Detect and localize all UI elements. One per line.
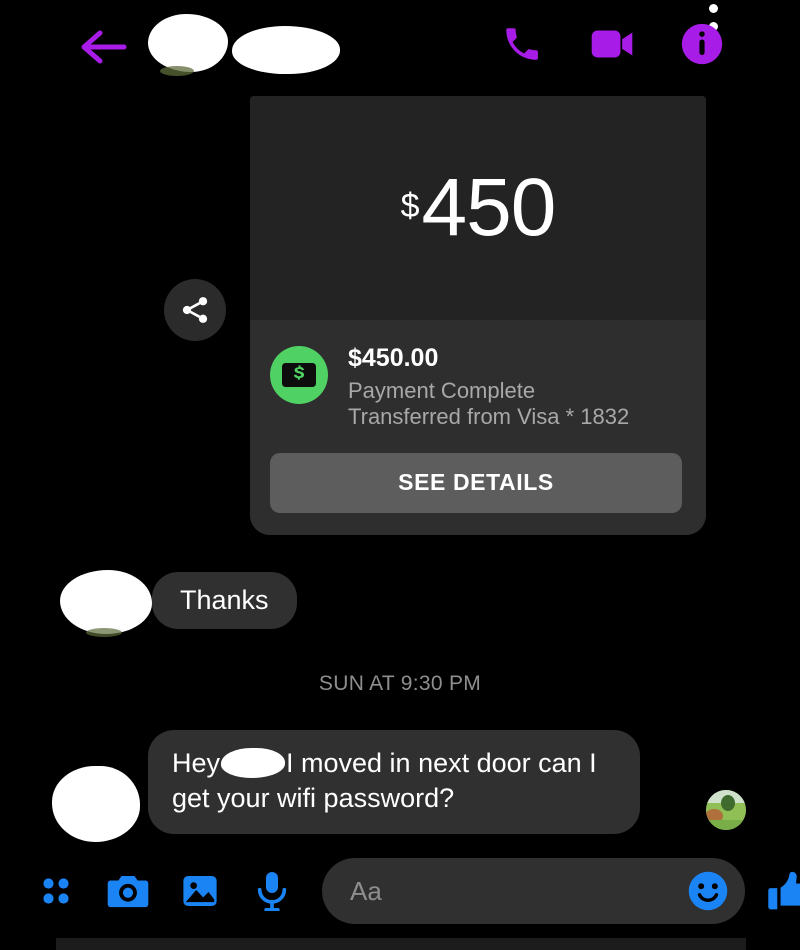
sender-avatar-redaction bbox=[60, 570, 152, 637]
message-bubble[interactable]: Hey I moved in next door can I get your w… bbox=[148, 730, 640, 835]
payment-text-block: $450.00 Payment Complete Transferred fro… bbox=[348, 342, 682, 431]
payment-status-text: Payment Complete bbox=[348, 378, 536, 403]
payment-hero: $ 450 bbox=[250, 96, 706, 320]
apps-button[interactable] bbox=[20, 856, 92, 926]
message-bubble[interactable]: Thanks bbox=[152, 572, 297, 629]
info-icon bbox=[681, 23, 723, 65]
see-details-button[interactable]: SEE DETAILS bbox=[270, 452, 682, 513]
name-redaction bbox=[221, 748, 286, 778]
microphone-icon bbox=[257, 872, 287, 911]
avatar-photo-icon bbox=[706, 790, 746, 830]
money-bill-icon bbox=[282, 363, 316, 387]
video-camera-icon bbox=[591, 30, 633, 58]
messenger-chat-screen: $ 450 $450.00 Payment Complete Transferr… bbox=[0, 0, 800, 950]
sender-avatar-redaction bbox=[52, 766, 140, 842]
payment-hero-amount: $ 450 bbox=[400, 162, 557, 253]
payment-hero-value: 450 bbox=[421, 162, 557, 253]
voice-call-button[interactable] bbox=[500, 22, 544, 66]
composer-bar bbox=[0, 850, 800, 932]
payment-summary: $450.00 Payment Complete Transferred fro… bbox=[270, 342, 682, 431]
chat-header bbox=[0, 0, 800, 92]
message-input-container[interactable] bbox=[322, 858, 745, 924]
smiley-icon bbox=[688, 871, 728, 911]
photo-icon bbox=[183, 875, 217, 907]
system-navigation-hint bbox=[56, 938, 746, 950]
contact-name-redaction bbox=[232, 26, 340, 74]
payment-source-text: Transferred from Visa * 1832 bbox=[348, 404, 630, 430]
payment-amount: $450.00 bbox=[348, 344, 439, 372]
kebab-dot bbox=[708, 4, 718, 13]
back-button[interactable] bbox=[78, 26, 130, 68]
thumbs-up-icon bbox=[768, 871, 800, 910]
payment-card-body: $450.00 Payment Complete Transferred fro… bbox=[250, 320, 706, 535]
contact-avatar-redaction bbox=[148, 14, 228, 76]
camera-button[interactable] bbox=[92, 856, 164, 926]
grid-dots-icon bbox=[43, 878, 69, 904]
payment-status-badge bbox=[270, 346, 328, 404]
video-call-button[interactable] bbox=[590, 22, 634, 66]
share-icon bbox=[182, 297, 208, 323]
back-arrow-icon bbox=[81, 30, 127, 64]
like-button[interactable] bbox=[753, 856, 800, 926]
conversation-info-button[interactable] bbox=[680, 22, 724, 66]
gallery-button[interactable] bbox=[164, 856, 236, 926]
phone-icon bbox=[506, 28, 538, 60]
camera-icon bbox=[107, 875, 149, 908]
emoji-button[interactable] bbox=[687, 870, 729, 912]
seen-indicator-avatar bbox=[706, 790, 746, 830]
message-text-before: Hey bbox=[172, 748, 221, 778]
header-actions bbox=[500, 22, 724, 66]
payment-card[interactable]: $ 450 $450.00 Payment Complete Transferr… bbox=[250, 96, 706, 535]
message-timestamp: SUN AT 9:30 PM bbox=[318, 672, 482, 695]
payment-hero-currency: $ bbox=[400, 187, 420, 225]
share-payment-button[interactable] bbox=[164, 279, 226, 341]
voice-record-button[interactable] bbox=[236, 856, 308, 926]
message-input[interactable] bbox=[348, 874, 687, 908]
